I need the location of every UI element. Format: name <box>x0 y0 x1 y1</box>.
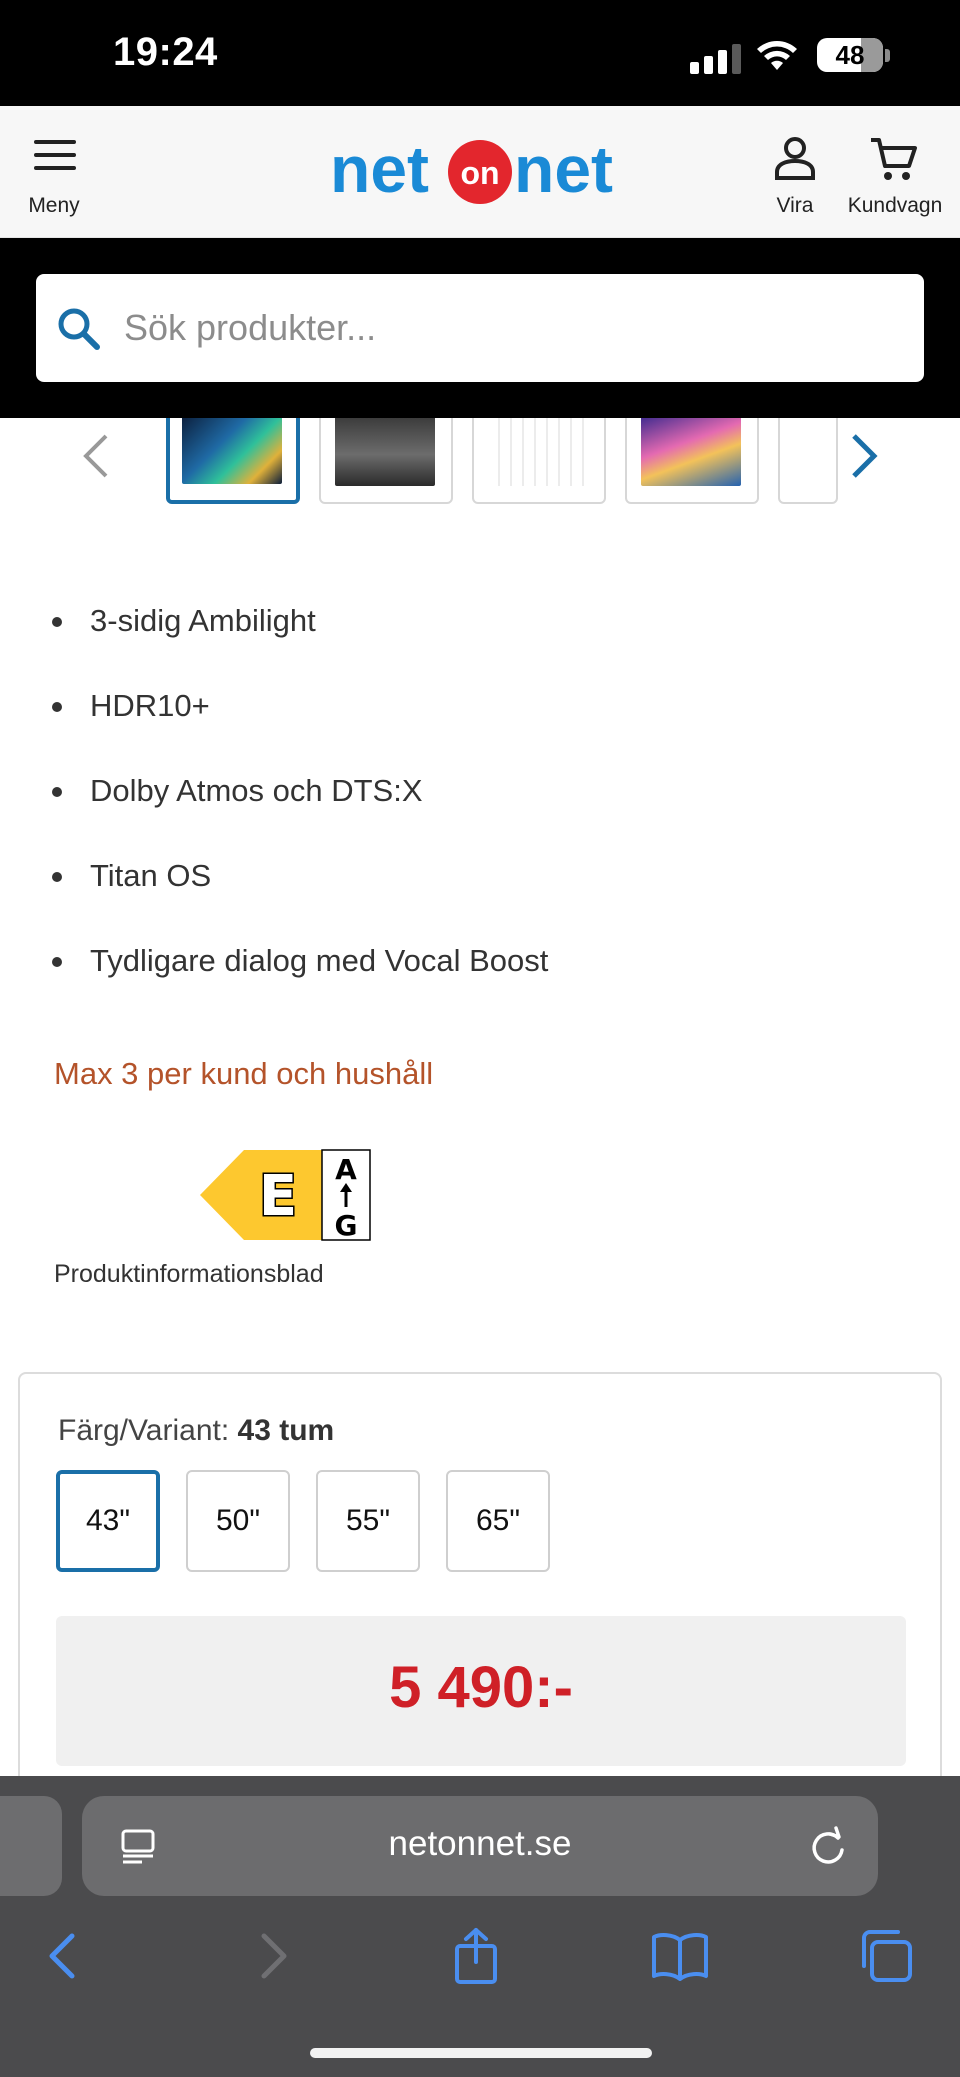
wifi-icon <box>757 41 797 70</box>
netonnet-logo[interactable]: net on net <box>330 130 630 210</box>
user-icon <box>775 137 815 180</box>
product-info-sheet-link[interactable]: Produktinformationsblad <box>54 1260 324 1289</box>
gallery-thumbnail[interactable] <box>319 418 453 504</box>
price-box: 5 490:- <box>56 1616 906 1766</box>
energy-class: E <box>259 1164 297 1229</box>
feature-item: 3-sidig Ambilight <box>52 588 548 673</box>
search-box[interactable] <box>36 274 924 382</box>
feature-item: HDR10+ <box>52 673 548 758</box>
cellular-signal-icon <box>690 44 742 74</box>
home-indicator[interactable] <box>310 2048 652 2058</box>
tabs-icon[interactable] <box>856 1926 916 1986</box>
battery-level: 48 <box>835 40 865 70</box>
gallery-prev-arrow-icon[interactable] <box>78 426 118 486</box>
energy-scale-top: A <box>335 1153 357 1186</box>
battery-tip <box>885 49 890 62</box>
logo-text-left: net <box>330 132 429 206</box>
search-bar-container <box>0 238 960 418</box>
hamburger-icon <box>34 140 76 170</box>
product-price: 5 490:- <box>389 1655 573 1720</box>
variant-selected: 43 tum <box>237 1414 335 1447</box>
feature-item: Dolby Atmos och DTS:X <box>52 758 548 843</box>
size-option-43[interactable]: 43" <box>56 1470 160 1572</box>
bookmarks-icon[interactable] <box>650 1926 710 1986</box>
cart-label: Kundvagn <box>847 194 943 217</box>
address-bar[interactable]: netonnet.se <box>82 1796 878 1896</box>
status-time: 19:24 <box>113 30 218 74</box>
reload-icon[interactable] <box>808 1824 848 1868</box>
url-text: netonnet.se <box>388 1824 572 1863</box>
cart-icon <box>871 138 917 180</box>
menu-label: Meny <box>28 194 80 217</box>
previous-tab-peek[interactable] <box>0 1796 62 1896</box>
share-icon[interactable] <box>446 1926 506 1986</box>
gallery-next-arrow-icon[interactable] <box>842 426 882 486</box>
gallery-thumbnail[interactable] <box>166 418 300 504</box>
cart-button[interactable]: Kundvagn <box>845 106 945 238</box>
browser-toolbar: netonnet.se <box>0 1776 960 2077</box>
search-icon[interactable] <box>56 306 102 352</box>
logo-text-middle: on <box>460 155 499 191</box>
size-option-65[interactable]: 65" <box>446 1470 550 1572</box>
size-option-50[interactable]: 50" <box>186 1470 290 1572</box>
feature-item: Tydligare dialog med Vocal Boost <box>52 928 548 1013</box>
battery-icon: 48 <box>817 38 883 72</box>
menu-button[interactable]: Meny <box>14 106 94 238</box>
account-button[interactable]: Vira <box>760 106 830 238</box>
purchase-limit-notice: Max 3 per kund och hushåll <box>54 1056 434 1091</box>
variant-label-text: Färg/Variant: <box>58 1414 230 1447</box>
energy-scale-bottom: G <box>335 1209 358 1241</box>
gallery-thumbnail[interactable] <box>778 418 838 504</box>
feature-list: 3-sidig Ambilight HDR10+ Dolby Atmos och… <box>52 588 548 1013</box>
site-header: Meny net on net Vira Kundvagn <box>0 106 960 238</box>
account-label: Vira <box>776 194 814 217</box>
logo-text-right: net <box>514 132 613 206</box>
forward-arrow-icon[interactable] <box>242 1926 302 1986</box>
size-option-55[interactable]: 55" <box>316 1470 420 1572</box>
variant-label: Färg/Variant: 43 tum <box>58 1414 334 1448</box>
gallery-thumbnail[interactable] <box>625 418 759 504</box>
feature-item: Titan OS <box>52 843 548 928</box>
image-gallery <box>0 418 960 508</box>
status-bar: 19:24 48 <box>0 0 960 106</box>
back-arrow-icon[interactable] <box>34 1926 94 1986</box>
energy-label[interactable]: E A G <box>200 1149 372 1241</box>
search-input[interactable] <box>124 298 884 358</box>
gallery-thumbnail[interactable] <box>472 418 606 504</box>
